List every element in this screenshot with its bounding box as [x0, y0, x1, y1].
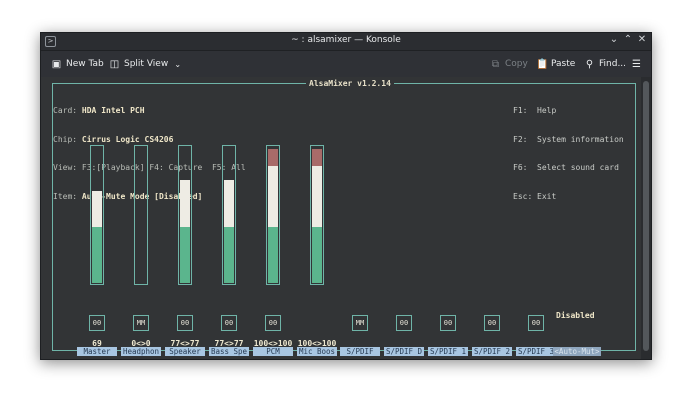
key-row: F1: Help [513, 106, 557, 115]
key-row: F2: System information [513, 134, 624, 144]
chip-value: Cirrus Logic CS4206 [81, 134, 174, 144]
copy-button[interactable]: ⧉ Copy [490, 57, 528, 71]
channel-label[interactable]: Speaker [165, 347, 205, 356]
channel-label[interactable]: S/PDIF [340, 347, 380, 356]
card-value: HDA Intel PCH [81, 106, 145, 115]
channel-label[interactable]: Headphon [121, 347, 161, 356]
channel-label[interactable]: Bass Spe [209, 347, 249, 356]
view-label: View: [53, 163, 78, 172]
volume-gauge-speaker[interactable] [178, 145, 192, 285]
card-info: Card: HDA Intel PCH Chip: Cirrus Logic C… [53, 87, 246, 220]
gauge-fill-mid [92, 191, 102, 227]
paste-icon: 📋 [536, 58, 549, 70]
chip-label: Chip: [53, 134, 78, 144]
hamburger-menu-button[interactable]: ☰ [631, 57, 642, 71]
chevron-down-icon[interactable]: ⌄ [607, 34, 621, 45]
gauge-fill-mid [224, 180, 234, 227]
selected-channel-label[interactable]: <Auto-Mut> [553, 347, 601, 356]
volume-gauge-mic-boos[interactable] [310, 145, 324, 285]
key-row: F6: Select sound card [513, 163, 619, 172]
minimize-icon[interactable]: ⌃ [621, 34, 635, 45]
toolbar: ▣ New Tab ◫ Split View ⌄ ⧉ Copy 📋 Paste … [41, 51, 651, 77]
gauge-fill-high [268, 149, 278, 166]
gauge-fill-low [312, 227, 322, 283]
terminal-view[interactable]: AlsaMixer v1.2.14 Card: HDA Intel PCH Ch… [41, 77, 641, 359]
item-label: Item: [53, 191, 78, 201]
channel-label[interactable]: S/PDIF 3 [516, 347, 556, 356]
new-tab-label: New Tab [66, 59, 104, 69]
mute-state-badge[interactable]: 00 [484, 315, 500, 331]
mute-state-badge[interactable]: MM [133, 315, 149, 331]
scrollbar-thumb[interactable] [643, 81, 649, 351]
channel-label[interactable]: Mic Boos [297, 347, 337, 356]
gauge-fill-low [268, 227, 278, 283]
mute-state-badge[interactable]: 00 [528, 315, 544, 331]
gauge-fill-mid [268, 166, 278, 227]
paste-label: Paste [551, 59, 576, 69]
gauge-fill-low [92, 227, 102, 283]
key-help: F1: Help F2: System information F6: Select … [513, 87, 624, 220]
mute-state-badge[interactable]: 00 [177, 315, 193, 331]
konsole-window: > ~ : alsamixer — Konsole ⌄ ⌃ ✕ ▣ New Ta… [40, 32, 652, 360]
channel-label[interactable]: S/PDIF 1 [428, 347, 468, 356]
chevron-down-icon: ⌄ [174, 59, 182, 69]
gauge-fill-low [224, 227, 234, 283]
mute-state-badge[interactable]: 00 [265, 315, 281, 331]
find-label: Find... [599, 59, 627, 69]
mixer-title: AlsaMixer v1.2.14 [306, 79, 394, 88]
mute-state-badge[interactable]: MM [352, 315, 368, 331]
new-tab-icon: ▣ [51, 58, 62, 70]
split-view-button[interactable]: ◫ Split View ⌄ [109, 57, 183, 71]
split-view-label: Split View [124, 59, 169, 69]
close-icon[interactable]: ✕ [635, 34, 649, 45]
find-button[interactable]: ⚲ Find... [584, 57, 626, 71]
gauge-fill-high [312, 149, 322, 166]
mute-state-badge[interactable]: 00 [440, 315, 456, 331]
volume-gauge-pcm[interactable] [266, 145, 280, 285]
window-title: ~ : alsamixer — Konsole [291, 35, 401, 45]
menu-icon: ☰ [632, 58, 641, 70]
channel-label[interactable]: PCM [253, 347, 293, 356]
gauge-fill-mid [312, 166, 322, 227]
gauge-fill-low [180, 227, 190, 283]
mute-state-badge[interactable]: 00 [221, 315, 237, 331]
mute-state-badge[interactable]: 00 [396, 315, 412, 331]
scrollbar[interactable] [641, 77, 651, 359]
volume-gauge-master[interactable] [90, 145, 104, 285]
card-label: Card: [53, 106, 78, 115]
paste-button[interactable]: 📋 Paste [536, 57, 575, 71]
gauge-fill-mid [180, 180, 190, 227]
key-row: Esc: Exit [513, 191, 557, 201]
title-bar: > ~ : alsamixer — Konsole ⌄ ⌃ ✕ [41, 33, 651, 51]
copy-icon: ⧉ [491, 58, 500, 70]
selected-item-value: Disabled [556, 311, 595, 320]
mute-state-badge[interactable]: 00 [89, 315, 105, 331]
channel-label[interactable]: S/PDIF D [384, 347, 424, 356]
volume-gauge-bass-spe[interactable] [222, 145, 236, 285]
volume-gauge-headphon[interactable] [134, 145, 148, 285]
channel-label[interactable]: S/PDIF 2 [472, 347, 512, 356]
new-tab-button[interactable]: ▣ New Tab [51, 57, 104, 71]
copy-label: Copy [505, 59, 528, 69]
search-icon: ⚲ [585, 58, 594, 70]
split-view-icon: ◫ [109, 58, 120, 70]
channel-label[interactable]: Master [77, 347, 117, 356]
